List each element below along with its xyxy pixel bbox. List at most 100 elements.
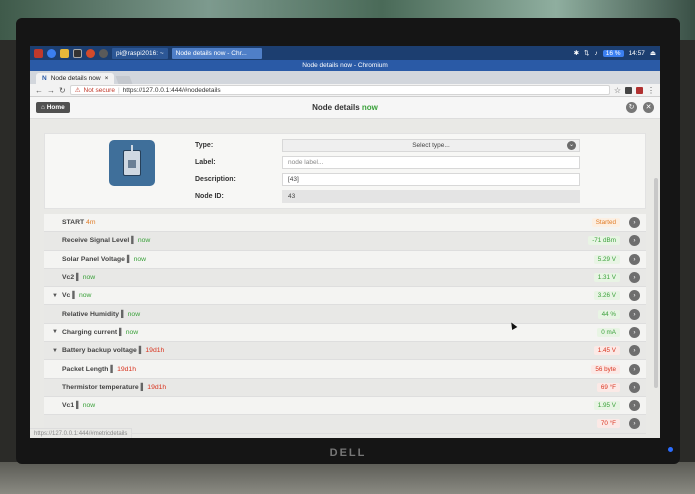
signal-bars-icon: ▌ <box>140 383 146 391</box>
metric-value: 44 % <box>597 309 620 319</box>
url-text[interactable]: https://127.0.0.1:444/#nodedetails <box>123 87 221 94</box>
address-bar[interactable]: ⚠ Not secure | https://127.0.0.1:444/#no… <box>69 85 610 95</box>
web-browser-icon[interactable] <box>47 48 56 58</box>
metric-label: Vc ▌ now <box>62 292 91 299</box>
label-label: Label: <box>195 159 216 166</box>
metric-name: Charging current <box>62 328 118 336</box>
power-led-icon <box>668 447 673 452</box>
metric-age: now <box>137 237 151 245</box>
bookmark-star-icon[interactable]: ☆ <box>614 86 621 95</box>
cpu-usage-badge: 16 % <box>602 49 624 57</box>
chevron-right-icon[interactable]: › <box>629 235 640 247</box>
metrics-list: START 4m Started › Receive Signal Level ▌ n… <box>44 214 646 434</box>
node-details-card: Type: Select type... ⌄ Label: node label… <box>44 133 646 209</box>
metric-row[interactable]: Vc2 ▌ now 1.31 V › <box>44 268 646 288</box>
metric-value: 1.31 V <box>593 273 620 283</box>
metric-row[interactable]: 70 °F › <box>44 415 646 434</box>
back-arrow-icon[interactable]: ← <box>35 86 43 95</box>
tab-title: Node details now <box>50 75 101 82</box>
chevron-right-icon[interactable]: › <box>629 217 640 229</box>
taskbar-task-terminal[interactable]: pi@raspi2016: ~ <box>112 47 168 59</box>
tab-close-icon[interactable]: × <box>105 73 109 84</box>
bluetooth-icon[interactable]: ✱ <box>574 49 579 57</box>
metric-value: 1.95 V <box>593 401 620 411</box>
refresh-icon[interactable]: ↻ <box>626 102 637 113</box>
expand-arrow-icon[interactable]: ▼ <box>52 329 58 335</box>
reload-icon[interactable]: ↻ <box>59 86 66 95</box>
screen: pi@raspi2016: ~ Node details now - Chr..… <box>30 46 660 438</box>
home-button[interactable]: ⌂ Home <box>36 102 70 113</box>
chevron-right-icon[interactable]: › <box>629 326 640 338</box>
chevron-right-icon[interactable]: › <box>629 418 640 430</box>
page-title: Node details now <box>30 103 660 112</box>
metric-name: Thermistor temperature <box>62 383 139 391</box>
chevron-right-icon[interactable]: › <box>629 381 640 393</box>
network-icon[interactable]: ⇅ <box>584 49 589 57</box>
signal-bars-icon: ▌ <box>75 402 81 410</box>
extension-icon[interactable] <box>625 86 632 94</box>
metric-label: START 4m <box>62 219 96 226</box>
metric-label: Vc1 ▌ now <box>62 402 95 409</box>
monitor-brand-logo: DELL <box>329 447 367 459</box>
new-tab-button[interactable] <box>115 76 133 84</box>
browser-menu-icon[interactable]: ⋮ <box>647 86 655 95</box>
address-divider: | <box>117 86 120 94</box>
metric-name: Receive Signal Level <box>62 237 130 245</box>
expand-arrow-icon[interactable]: ▼ <box>52 348 58 354</box>
eject-icon[interactable]: ⏏ <box>650 49 656 57</box>
metric-value: Started <box>591 218 620 228</box>
warning-icon: ⚠ <box>74 87 81 94</box>
metric-row[interactable]: ▼ Vc ▌ now 3.26 V › <box>44 287 646 306</box>
metric-name: Vc1 <box>62 402 75 410</box>
terminal-icon[interactable] <box>73 48 82 58</box>
chevron-right-icon[interactable]: › <box>629 363 640 375</box>
chevron-right-icon[interactable]: › <box>629 345 640 357</box>
home-button-label: Home <box>46 104 65 111</box>
metric-name: Battery backup voltage <box>62 347 137 355</box>
metric-value: -71 dBm <box>588 236 620 246</box>
expand-arrow-icon[interactable]: ▼ <box>52 293 58 299</box>
metric-value: 69 °F <box>596 382 620 392</box>
forward-arrow-icon[interactable]: → <box>47 86 55 95</box>
app-launcher-icon[interactable] <box>86 48 95 58</box>
chevron-down-icon: ⌄ <box>567 141 576 150</box>
page-scrollbar[interactable] <box>654 178 658 388</box>
metric-row[interactable]: ▼ Charging current ▌ now 0 mA › <box>44 323 646 343</box>
browser-tab[interactable]: N Node details now × <box>36 73 115 84</box>
chevron-right-icon[interactable]: › <box>629 290 640 302</box>
chevron-right-icon[interactable]: › <box>629 253 640 265</box>
settings-icon[interactable] <box>99 48 108 58</box>
metric-label: Packet Length ▌ 19d1h <box>62 366 136 373</box>
signal-bars-icon: ▌ <box>119 328 124 336</box>
metric-age: now <box>82 402 96 410</box>
metric-row[interactable]: Packet Length ▌ 19d1h 56 byte › <box>44 360 646 379</box>
folder-icon[interactable] <box>60 48 69 58</box>
extension-shield-icon[interactable] <box>636 86 643 94</box>
volume-icon[interactable]: ♪ <box>594 50 597 57</box>
type-label: Type: <box>195 142 214 149</box>
metric-row[interactable]: Solar Panel Voltage ▌ now 5.29 V › <box>44 250 646 269</box>
metric-age: 4m <box>86 219 96 227</box>
metric-value: 3.26 V <box>593 291 620 301</box>
chevron-right-icon[interactable]: › <box>629 272 640 284</box>
taskbar-task-browser[interactable]: Node details now - Chr... <box>171 47 262 59</box>
raspberry-menu-icon[interactable] <box>34 48 43 58</box>
signal-bars-icon: ▌ <box>126 255 132 263</box>
metric-row[interactable]: Relative Humidity ▌ now 44 % › <box>44 305 646 324</box>
close-icon[interactable]: ✕ <box>643 102 654 113</box>
type-select-value: Select type... <box>412 142 450 149</box>
metric-row[interactable]: ▼ Battery backup voltage ▌ 19d1h 1.45 V › <box>44 342 646 361</box>
chevron-right-icon[interactable]: › <box>629 400 640 412</box>
type-select[interactable]: Select type... ⌄ <box>282 139 580 152</box>
metric-age: now <box>82 274 96 282</box>
metric-label: Vc2 ▌ now <box>62 274 95 281</box>
metric-row[interactable]: Receive Signal Level ▌ now -71 dBm › <box>44 232 646 251</box>
description-input[interactable]: [43] <box>282 173 580 186</box>
metric-row[interactable]: START 4m Started › <box>44 214 646 233</box>
link-status-bar: https://127.0.0.1:444/#metricdetails <box>30 428 133 438</box>
metric-row[interactable]: Thermistor temperature ▌ 19d1h 69 °F › <box>44 378 646 397</box>
metric-row[interactable]: Vc1 ▌ now 1.95 V › <box>44 396 646 416</box>
chevron-right-icon[interactable]: › <box>629 308 640 320</box>
browser-toolbar: ← → ↻ ⚠ Not secure | https://127.0.0.1:4… <box>30 84 660 97</box>
label-input[interactable]: node label... <box>282 156 580 169</box>
